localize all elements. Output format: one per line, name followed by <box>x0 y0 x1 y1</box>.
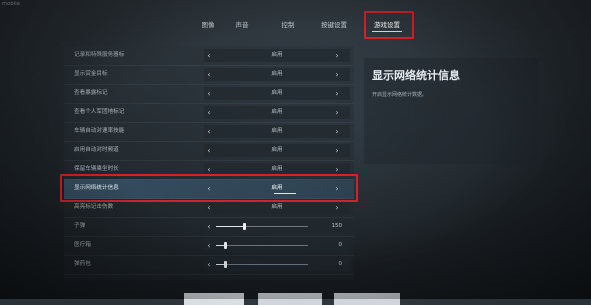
info-title: 显示网络统计信息 <box>372 69 460 82</box>
bottom-button[interactable] <box>334 293 400 305</box>
chevron-left-icon[interactable]: ‹ <box>204 258 214 271</box>
slider-value: 0 <box>338 242 343 248</box>
setting-row[interactable]: 查看个人军团地标记 ‹ 启用 › <box>64 103 354 123</box>
slider-track[interactable] <box>216 261 308 268</box>
slider-value: 150 <box>331 223 343 229</box>
slider-value: 0 <box>338 261 343 267</box>
slider-label: 医疗箱 <box>74 242 91 248</box>
chevron-right-icon[interactable]: › <box>332 144 342 157</box>
setting-row[interactable]: 查看暴露标记 ‹ 启用 › <box>64 84 354 104</box>
slider-row[interactable]: 医疗箱 ‹ 0 <box>64 236 354 256</box>
setting-value: 启用 <box>271 204 283 210</box>
chevron-left-icon[interactable]: ‹ <box>204 239 214 252</box>
setting-value: 启用 <box>271 71 283 77</box>
chevron-right-icon[interactable]: › <box>332 106 342 119</box>
setting-row[interactable]: 记录和特殊服务器标 ‹ 启用 › <box>64 46 354 66</box>
slider-label: 弹药包 <box>74 261 91 267</box>
setting-selector: ‹ 启用 › <box>204 125 350 138</box>
setting-label: 显示赏金目标 <box>74 71 108 77</box>
tab-audio[interactable]: 声音 <box>226 14 258 36</box>
setting-selector: ‹ 启用 › <box>204 201 350 214</box>
setting-selector: ‹ 启用 › <box>204 106 350 119</box>
setting-label: 启用自动对时频道 <box>74 147 119 153</box>
setting-selector: ‹ 启用 › <box>204 49 350 62</box>
chevron-right-icon[interactable]: › <box>332 68 342 81</box>
setting-label: 查看个人军团地标记 <box>74 109 125 115</box>
slider-track[interactable] <box>216 223 308 230</box>
setting-label: 查看暴露标记 <box>74 90 108 96</box>
setting-value: 启用 <box>271 147 283 153</box>
tab-keybinds[interactable]: 按键设置 <box>314 14 354 36</box>
slider-control: ‹ 150 <box>204 220 350 233</box>
info-description: 开启显示网络统计数据。 <box>372 92 428 98</box>
slider-row[interactable]: 子弹 ‹ 150 <box>64 217 354 237</box>
chevron-left-icon[interactable]: ‹ <box>204 220 214 233</box>
chevron-right-icon[interactable]: › <box>332 49 342 62</box>
slider-thumb[interactable] <box>242 223 246 230</box>
chevron-right-icon[interactable]: › <box>332 125 342 138</box>
chevron-right-icon[interactable]: › <box>332 201 342 214</box>
tab-highlight-box <box>364 11 414 39</box>
bottom-button[interactable] <box>258 293 322 305</box>
info-panel: 显示网络统计信息 开启显示网络统计数据。 <box>364 58 538 164</box>
slider-row[interactable]: 弹药包 ‹ 0 <box>64 255 354 275</box>
tab-controls[interactable]: 控制 <box>272 14 304 36</box>
slider-control: ‹ 0 <box>204 258 350 271</box>
slider-control: ‹ 0 <box>204 239 350 252</box>
setting-row[interactable]: 显示赏金目标 ‹ 启用 › <box>64 65 354 85</box>
setting-selector: ‹ 启用 › <box>204 87 350 100</box>
slider-thumb[interactable] <box>224 261 228 268</box>
slider-fill <box>216 226 244 227</box>
setting-value: 启用 <box>271 109 283 115</box>
setting-value: 启用 <box>271 52 283 58</box>
settings-list: 记录和特殊服务器标 ‹ 启用 › 显示赏金目标 ‹ 启用 › 查看暴露标记 ‹ … <box>64 46 354 280</box>
slider-track[interactable] <box>216 242 308 249</box>
corner-label: mobile <box>2 1 21 7</box>
slider-thumb[interactable] <box>224 242 228 249</box>
setting-selector: ‹ 启用 › <box>204 144 350 157</box>
chevron-right-icon[interactable]: › <box>332 87 342 100</box>
slider-label: 子弹 <box>74 223 86 229</box>
setting-row[interactable]: 车辆自动对速率技能 ‹ 启用 › <box>64 122 354 142</box>
setting-selector: ‹ 启用 › <box>204 68 350 81</box>
setting-value: 启用 <box>271 128 283 134</box>
setting-value: 启用 <box>271 90 283 96</box>
tab-graphics[interactable]: 图像 <box>192 14 224 36</box>
setting-row[interactable]: 启用自动对时频道 ‹ 启用 › <box>64 141 354 161</box>
bottom-button[interactable] <box>184 293 244 305</box>
setting-label: 车辆自动对速率技能 <box>74 128 125 134</box>
setting-label: 记录和特殊服务器标 <box>74 52 125 58</box>
selected-row-highlight-box <box>60 174 358 202</box>
